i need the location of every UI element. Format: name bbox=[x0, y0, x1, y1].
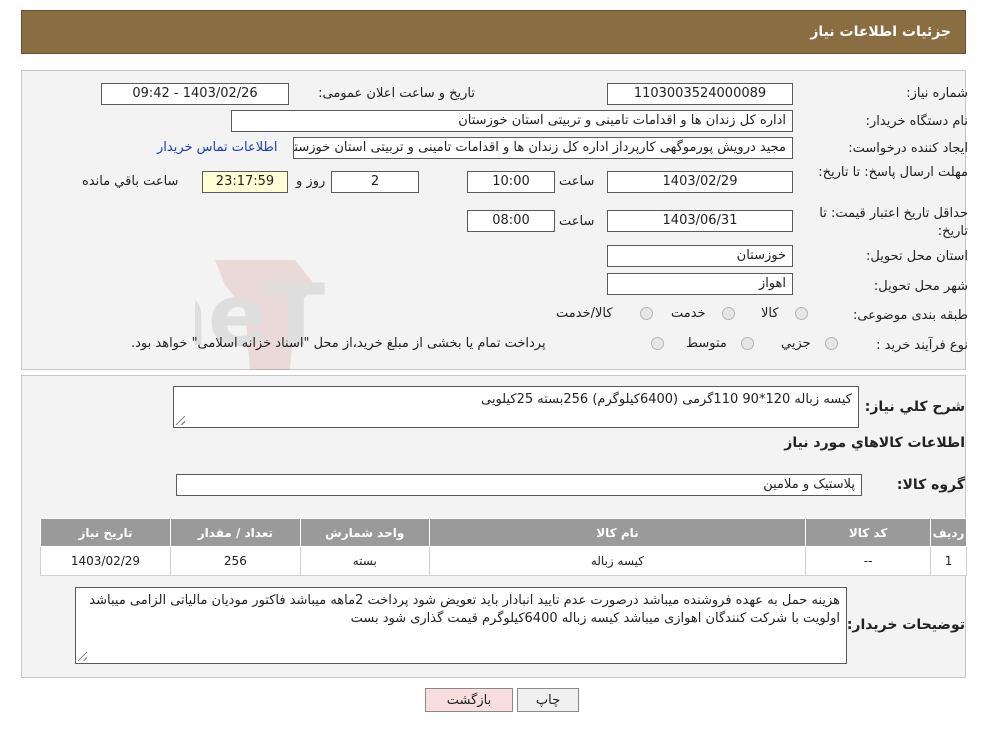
back-button[interactable]: بازگشت bbox=[425, 688, 513, 712]
need-number-label: شماره نیاز: bbox=[906, 86, 968, 101]
cell-need-date: 1403/02/29 bbox=[40, 546, 171, 576]
requester-label: ایجاد کننده درخواست: bbox=[848, 141, 968, 156]
category-radio-service[interactable] bbox=[722, 307, 735, 320]
goods-section-title: اطلاعات کالاهاي مورد نیاز bbox=[784, 435, 965, 451]
category-radio-goods[interactable] bbox=[795, 307, 808, 320]
price-validity-label: حداقل تاریخ اعتبار قیمت: تا تاریخ: bbox=[819, 206, 968, 239]
cell-goods-name: کیسه زباله bbox=[428, 546, 807, 576]
deadline-date-field: 1403/02/29 bbox=[607, 171, 793, 193]
goods-group-label: گروه کالا: bbox=[896, 477, 965, 493]
category-option-goods: کالا bbox=[761, 306, 779, 321]
treasury-note: پرداخت تمام یا بخشی از مبلغ خرید،از محل … bbox=[131, 336, 546, 351]
announce-date-label: تاریخ و ساعت اعلان عمومی: bbox=[318, 86, 475, 101]
buyer-notes-label: توضیحات خریدار: bbox=[846, 617, 965, 633]
province-label: استان محل تحویل: bbox=[866, 249, 968, 264]
buyer-notes-textarea[interactable]: هزینه حمل به عهده فروشنده میباشد درصورت … bbox=[75, 587, 847, 664]
requester-field: مجید درویش پورموگهی کارپرداز اداره کل زن… bbox=[293, 137, 793, 159]
goods-table: ردیف کد کالا نام کالا واحد شمارش تعداد /… bbox=[40, 518, 967, 576]
cell-unit: بسته bbox=[299, 546, 430, 576]
category-radio-goods-service[interactable] bbox=[640, 307, 653, 320]
remaining-time-label: ساعت باقي مانده bbox=[82, 174, 179, 189]
remaining-days-field: 2 bbox=[331, 171, 419, 193]
deadline-time-label: ساعت bbox=[559, 174, 595, 189]
summary-textarea[interactable]: کیسه زباله 120*90 110گرمی (6400کیلوگرم) … bbox=[173, 386, 859, 428]
deadline-time-field: 10:00 bbox=[467, 171, 555, 193]
deadline-label: مهلت ارسال پاسخ: تا تاریخ: bbox=[818, 165, 968, 180]
cell-quantity: 256 bbox=[169, 546, 301, 576]
process-radio-minor[interactable] bbox=[825, 337, 838, 350]
buyer-notes-text: هزینه حمل به عهده فروشنده میباشد درصورت … bbox=[89, 593, 840, 626]
category-label: طبقه بندی موضوعی: bbox=[852, 308, 968, 323]
col-quantity: تعداد / مقدار bbox=[169, 518, 301, 547]
process-option-medium: متوسط bbox=[686, 336, 727, 351]
resize-grip-icon[interactable] bbox=[78, 652, 87, 661]
city-field: اهواز bbox=[607, 273, 793, 295]
treasury-checkbox[interactable] bbox=[651, 337, 664, 350]
col-goods-code: کد کالا bbox=[805, 518, 932, 547]
cell-row-number: 1 bbox=[930, 546, 967, 576]
table-header-row: ردیف کد کالا نام کالا واحد شمارش تعداد /… bbox=[40, 518, 967, 547]
category-option-goods-service: کالا/خدمت bbox=[556, 306, 613, 321]
summary-text: کیسه زباله 120*90 110گرمی (6400کیلوگرم) … bbox=[480, 392, 852, 407]
buyer-contact-link[interactable]: اطلاعات تماس خریدار bbox=[157, 140, 277, 155]
price-validity-time-label: ساعت bbox=[559, 214, 595, 229]
buyer-org-label: نام دستگاه خریدار: bbox=[865, 114, 968, 129]
page-title: جزئیات اطلاعات نیاز bbox=[810, 24, 951, 40]
col-row-number: ردیف bbox=[930, 518, 967, 547]
col-unit: واحد شمارش bbox=[299, 518, 430, 547]
col-need-date: تاریخ نیاز bbox=[40, 518, 171, 547]
resize-grip-icon[interactable] bbox=[176, 416, 185, 425]
remaining-time-field: 23:17:59 bbox=[202, 171, 288, 193]
goods-group-field: پلاستیک و ملامین bbox=[176, 474, 862, 496]
need-number-field: 1103003524000089 bbox=[607, 83, 793, 105]
price-validity-date-field: 1403/06/31 bbox=[607, 210, 793, 232]
announce-date-field: 1403/02/26 - 09:42 bbox=[101, 83, 289, 105]
process-type-label: نوع فرآیند خرید : bbox=[876, 338, 968, 353]
cell-goods-code: -- bbox=[805, 546, 932, 576]
summary-label: شرح کلي نیاز: bbox=[864, 399, 965, 415]
category-option-service: خدمت bbox=[671, 306, 706, 321]
process-option-minor: جزیي bbox=[781, 336, 811, 351]
city-label: شهر محل تحویل: bbox=[873, 279, 968, 294]
page-header: جزئیات اطلاعات نیاز bbox=[21, 10, 966, 54]
print-button[interactable]: چاپ bbox=[517, 688, 579, 712]
buyer-org-field: اداره کل زندان ها و اقدامات تامینی و ترب… bbox=[231, 110, 793, 132]
days-label: روز و bbox=[296, 174, 326, 189]
table-row: 1 -- کیسه زباله بسته 256 1403/02/29 bbox=[40, 546, 967, 576]
province-field: خوزستان bbox=[607, 245, 793, 267]
process-radio-medium[interactable] bbox=[741, 337, 754, 350]
price-validity-time-field: 08:00 bbox=[467, 210, 555, 232]
col-goods-name: نام کالا bbox=[428, 518, 807, 547]
